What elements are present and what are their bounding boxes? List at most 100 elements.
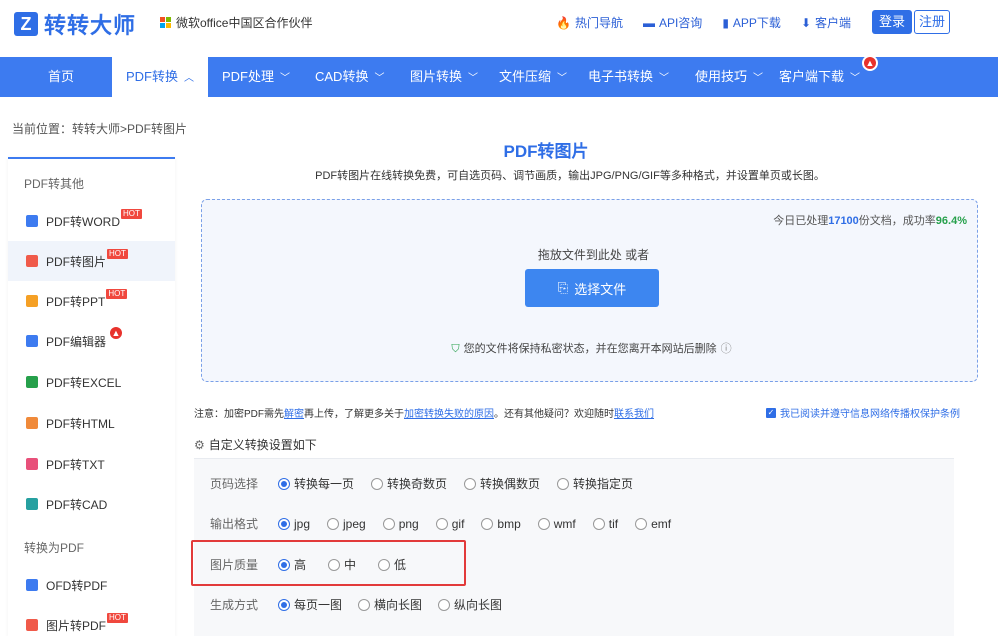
option-label: 转换指定页	[573, 477, 634, 491]
stats-mid: 份文档，成功率	[858, 215, 936, 227]
nav-compress[interactable]: 文件压缩 ﹀	[499, 57, 567, 97]
option-label: png	[398, 516, 419, 531]
radio-icon[interactable]	[537, 517, 550, 530]
checkbox-checked-icon[interactable]: ✓	[766, 407, 776, 418]
sidebar-item-pdf-to-ppt[interactable]: PDF转PPT HOT	[8, 281, 175, 321]
sidebar-item-image-to-pdf[interactable]: 图片转PDF HOT	[8, 605, 175, 636]
format-option-png[interactable]: png	[382, 516, 419, 531]
format-option-jpg[interactable]: jpg	[278, 517, 310, 531]
partner-text: 微软office中国区合作伙伴	[176, 16, 313, 30]
image-icon	[26, 255, 38, 267]
sidebar-item-pdf-editor[interactable]: PDF编辑器 ▲	[8, 321, 175, 361]
radio-selected-icon[interactable]	[278, 517, 290, 530]
radio-icon[interactable]	[481, 517, 494, 530]
register-button[interactable]: 注册	[914, 10, 950, 34]
agree-checkbox-row[interactable]: ✓ 我已阅读并遵守信息网络传播权保护条例	[766, 405, 960, 420]
main-nav: 首页 PDF转换 ︿ PDF处理 ﹀ CAD转换 ﹀ 图片转换 ﹀ 文件压缩 ﹀ 电子书转…	[0, 57, 998, 97]
output-format-row: 输出格式 jpg jpeg png gif bmp wmf tif emf	[210, 515, 688, 532]
hot-nav-link[interactable]: 🔥 热门导航	[556, 14, 623, 31]
sidebar-item-pdf-to-html[interactable]: PDF转HTML	[8, 403, 175, 443]
page-selection-row: 页码选择 转换每一页 转换奇数页 转换偶数页 转换指定页	[210, 475, 650, 492]
highlight-box	[191, 540, 466, 586]
sidebar-item-label: PDF转HTML	[46, 416, 115, 431]
sidebar-item-label: PDF转PPT	[46, 294, 106, 309]
html-icon	[26, 417, 38, 429]
image-icon	[26, 619, 38, 631]
sidebar-item-ofd-to-pdf[interactable]: OFD转PDF	[8, 565, 175, 605]
login-button[interactable]: 登录	[872, 10, 912, 34]
option-label: 转换偶数页	[480, 477, 541, 491]
nav-home[interactable]: 首页	[48, 57, 74, 97]
download-icon: ⬇	[800, 15, 811, 30]
fire-icon: 🔥	[556, 15, 571, 30]
client-link[interactable]: ⬇ 客户端	[801, 14, 851, 31]
logo-mark-icon: Z	[14, 12, 38, 36]
radio-selected-icon[interactable]	[278, 598, 290, 611]
nav-pdf-process[interactable]: PDF处理 ﹀	[222, 57, 290, 97]
radio-icon[interactable]	[435, 517, 448, 530]
radio-icon[interactable]	[464, 477, 477, 490]
sidebar-group-pdf-to-other: PDF转其他	[24, 177, 85, 191]
mode-option-vertical[interactable]: 纵向长图	[438, 596, 502, 613]
format-option-bmp[interactable]: bmp	[481, 517, 521, 531]
sidebar-item-pdf-to-cad[interactable]: PDF转CAD	[8, 484, 175, 524]
format-option-tif[interactable]: tif	[592, 517, 618, 531]
mode-option-per-page[interactable]: 每页一图	[278, 596, 342, 613]
sidebar-item-pdf-to-image[interactable]: PDF转图片 HOT	[8, 241, 175, 281]
radio-icon[interactable]	[371, 477, 384, 490]
nav-pdf-convert[interactable]: PDF转换 ︿	[112, 57, 209, 97]
radio-icon[interactable]	[382, 517, 395, 530]
drop-hint: 拖放文件到此处 或者	[537, 248, 650, 262]
format-option-emf[interactable]: emf	[635, 517, 671, 531]
api-link[interactable]: ▬ API咨询	[643, 14, 702, 31]
page-title: PDF转图片	[503, 142, 589, 161]
monitor-icon	[26, 335, 38, 347]
chevron-down-icon: ﹀	[753, 73, 764, 84]
radio-icon[interactable]	[592, 517, 605, 530]
radio-icon[interactable]	[438, 598, 451, 611]
radio-icon[interactable]	[635, 517, 648, 530]
page-option-specific[interactable]: 转换指定页	[557, 475, 633, 492]
sidebar-item-pdf-to-excel[interactable]: PDF转EXCEL	[8, 362, 175, 402]
format-option-jpeg[interactable]: jpeg	[327, 517, 366, 531]
nav-cad[interactable]: CAD转换 ﹀	[315, 57, 384, 97]
page-option-all[interactable]: 转换每一页	[278, 475, 354, 492]
chevron-down-icon: ﹀	[557, 73, 568, 84]
contact-us-link[interactable]: 联系我们	[614, 409, 654, 420]
partner-badge: 微软office中国区合作伙伴	[160, 14, 312, 31]
format-option-gif[interactable]: gif	[435, 517, 464, 531]
fire-badge-icon: ▲	[108, 325, 125, 341]
decrypt-link[interactable]: 解密	[284, 409, 304, 420]
page-option-even[interactable]: 转换偶数页	[464, 475, 540, 492]
document-icon	[26, 215, 38, 227]
sidebar-item-pdf-to-txt[interactable]: PDF转TXT	[8, 444, 175, 484]
nav-ebook[interactable]: 电子书转换 ﹀	[588, 57, 669, 97]
nav-image[interactable]: 图片转换 ﹀	[410, 57, 478, 97]
custom-settings-title: ⚙ 自定义转换设置如下	[194, 436, 317, 453]
info-icon[interactable]: ⓘ	[721, 343, 732, 355]
format-option-wmf[interactable]: wmf	[537, 517, 576, 531]
nav-tips[interactable]: 使用技巧 ﹀	[695, 57, 763, 97]
sidebar-item-label: PDF编辑器	[46, 334, 107, 349]
nav-client-download[interactable]: 客户端下载 ﹀	[779, 57, 860, 97]
file-dropzone[interactable]: 今日已处理17100份文档，成功率96.4% 拖放文件到此处 或者 ⎘ 选择文件…	[201, 199, 978, 382]
sidebar-item-pdf-to-word[interactable]: PDF转WORD HOT	[8, 201, 175, 241]
site-logo[interactable]: Z 转转大师	[14, 8, 136, 40]
sidebar-item-label: 图片转PDF	[46, 618, 107, 633]
sidebar-item-label: PDF转WORD	[46, 214, 120, 229]
encryption-failure-link[interactable]: 加密转换失败的原因	[404, 409, 494, 420]
choose-file-button[interactable]: ⎘ 选择文件	[525, 269, 659, 307]
nav-pdf-process-label: PDF处理	[222, 69, 275, 84]
mode-option-horizontal[interactable]: 横向长图	[358, 596, 422, 613]
ofd-icon	[26, 579, 38, 591]
page-option-odd[interactable]: 转换奇数页	[371, 475, 447, 492]
chevron-down-icon: ﹀	[850, 73, 861, 84]
radio-selected-icon[interactable]	[278, 477, 290, 490]
radio-icon[interactable]	[557, 477, 570, 490]
top-header: Z 转转大师 微软office中国区合作伙伴 🔥 热门导航 ▬ API咨询 ▮ …	[0, 0, 998, 44]
custom-settings-label: 自定义转换设置如下	[208, 438, 317, 452]
radio-icon[interactable]	[327, 517, 340, 530]
app-download-link[interactable]: ▮ APP下载	[722, 14, 781, 31]
notice-part: 再上传，了解更多关于	[304, 409, 404, 420]
radio-icon[interactable]	[358, 598, 371, 611]
